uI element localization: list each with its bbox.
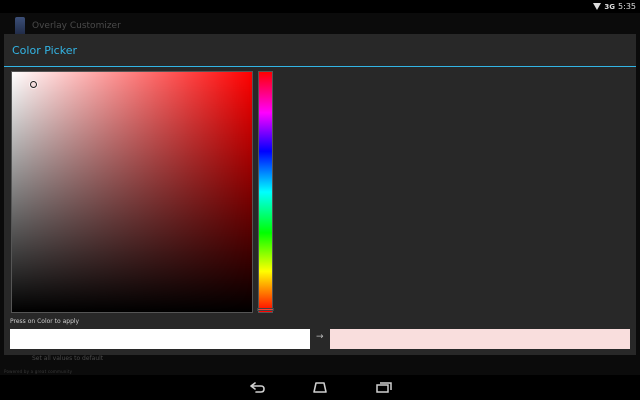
back-icon[interactable] [247,380,267,394]
navigation-bar [0,375,640,400]
arrow-icon: → [316,332,324,342]
saturation-value-picker[interactable] [11,71,253,313]
old-color-swatch[interactable] [10,329,310,349]
clock: 5:35 [618,2,636,11]
app-title: Overlay Customizer [32,21,121,31]
hue-slider[interactable] [257,71,274,313]
color-picker-dialog: Color Picker Press on Color to apply → [4,34,636,355]
dialog-header: Color Picker [4,34,636,66]
home-icon[interactable] [310,380,330,394]
status-bar: 3G 5:35 [0,0,640,13]
status-icons: 3G 5:35 [593,0,636,13]
new-color-swatch[interactable] [330,329,630,349]
sv-cursor[interactable] [30,81,37,88]
recents-icon[interactable] [374,380,394,394]
hue-cursor[interactable] [257,308,274,311]
wifi-icon [593,3,602,10]
dialog-divider [4,66,636,67]
signal-indicator: 3G [604,2,616,11]
dialog-title: Color Picker [12,44,77,57]
reset-defaults-link[interactable]: Set all values to default [32,355,103,362]
apply-hint: Press on Color to apply [10,318,80,325]
footer-text: Powered by a great community [4,369,73,374]
